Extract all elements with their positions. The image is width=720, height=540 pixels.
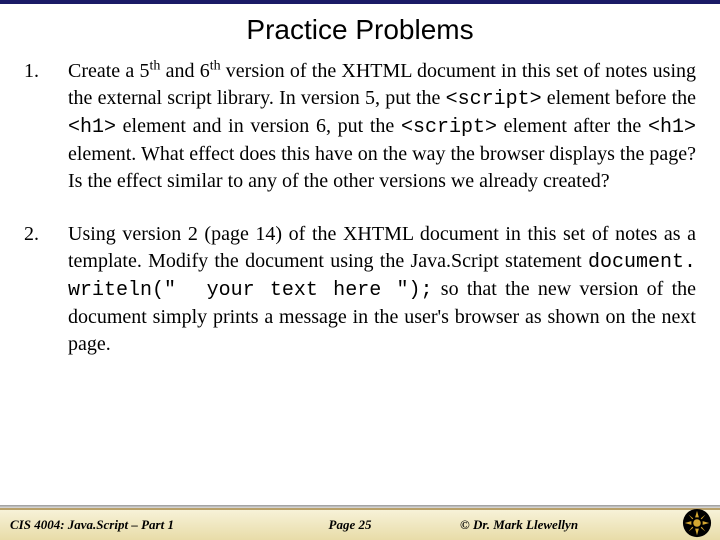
footer-bar: CIS 4004: Java.Script – Part 1 Page 25 ©… [0, 508, 720, 540]
content-area: 1. Create a 5th and 6th version of the X… [0, 58, 720, 540]
footer-author: © Dr. Mark Llewellyn [440, 517, 720, 533]
slide-title: Practice Problems [0, 14, 720, 46]
list-item: 1. Create a 5th and 6th version of the X… [24, 58, 696, 195]
slide: Practice Problems 1. Create a 5th and 6t… [0, 4, 720, 540]
footer-page: Page 25 [260, 517, 440, 533]
item-number: 1. [24, 58, 68, 195]
list-item: 2. Using version 2 (page 14) of the XHTM… [24, 221, 696, 358]
item-body: Create a 5th and 6th version of the XHTM… [68, 58, 696, 195]
ucf-logo-icon [682, 508, 712, 538]
item-body: Using version 2 (page 14) of the XHTML d… [68, 221, 696, 358]
item-number: 2. [24, 221, 68, 358]
footer-course: CIS 4004: Java.Script – Part 1 [0, 517, 260, 533]
